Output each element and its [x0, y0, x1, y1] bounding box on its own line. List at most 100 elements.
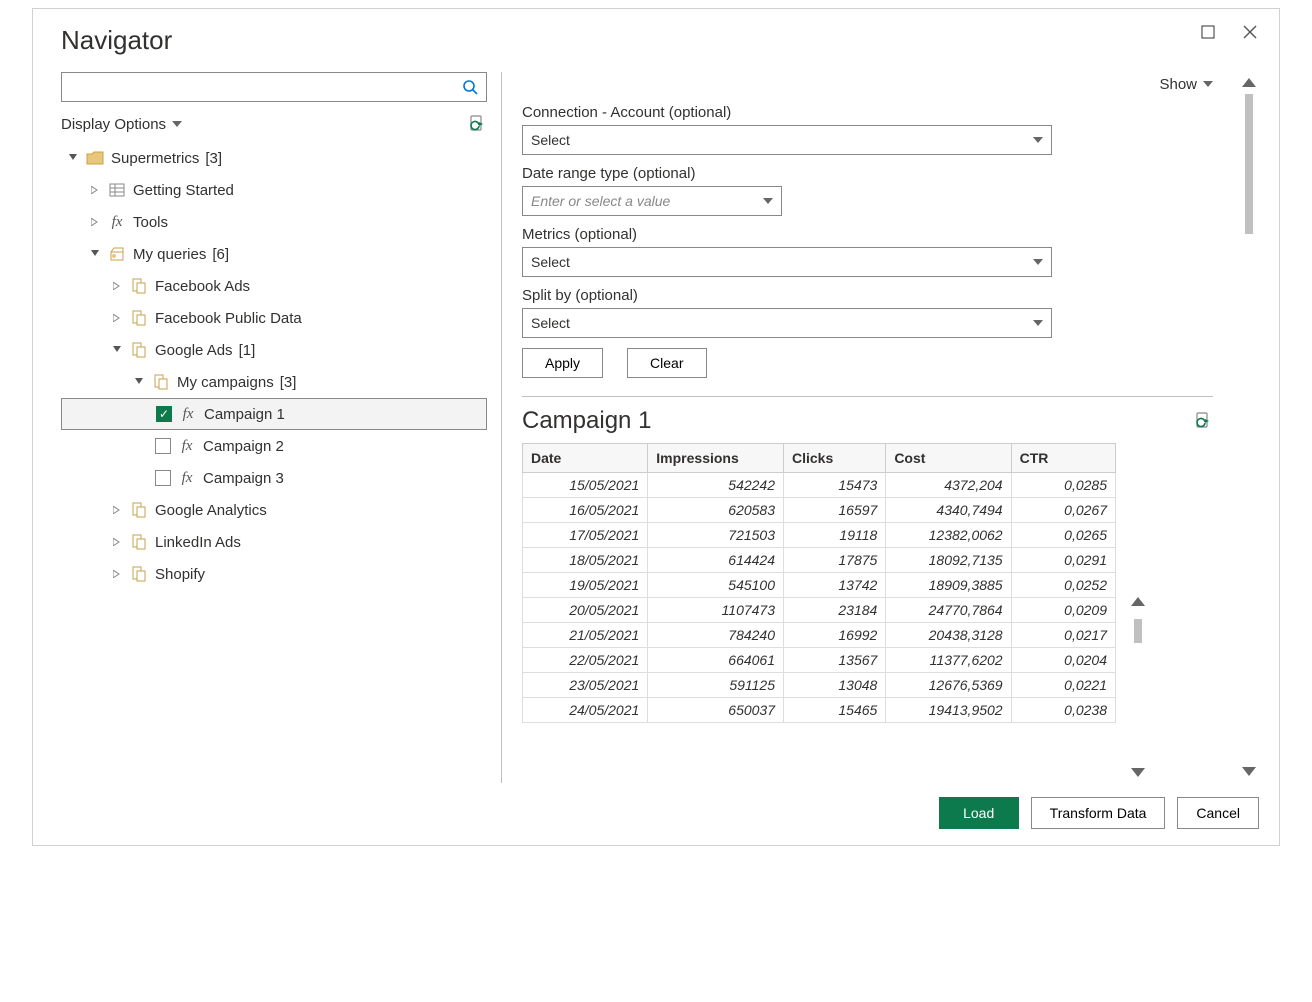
table-row[interactable]: 23/05/20215911251304812676,53690,0221 — [523, 673, 1116, 698]
expand-icon[interactable] — [111, 538, 123, 546]
tree-node-campaign-1[interactable]: ✓ fx Campaign 1 — [61, 398, 487, 430]
expand-icon[interactable] — [111, 570, 123, 578]
node-label: Google Analytics — [155, 502, 267, 519]
select-value: Select — [531, 315, 570, 331]
scroll-up-icon[interactable] — [1127, 591, 1149, 613]
table-header[interactable]: Date — [523, 444, 648, 473]
expand-icon[interactable] — [89, 186, 101, 194]
checkbox-checked[interactable]: ✓ — [156, 406, 172, 422]
tree-node-facebook-public[interactable]: Facebook Public Data — [61, 302, 487, 334]
refresh-icon[interactable] — [467, 114, 487, 134]
refresh-preview-icon[interactable] — [1193, 411, 1213, 431]
checkbox[interactable] — [155, 438, 171, 454]
chevron-down-icon — [1033, 136, 1043, 144]
table-row[interactable]: 24/05/20216500371546519413,95020,0238 — [523, 698, 1116, 723]
navigator-dialog: Navigator Display Options — [32, 8, 1280, 846]
table-row[interactable]: 17/05/20217215031911812382,00620,0265 — [523, 523, 1116, 548]
connection-select[interactable]: Select — [522, 125, 1052, 155]
load-button[interactable]: Load — [939, 797, 1019, 829]
table-cell: 4372,204 — [886, 473, 1011, 498]
tree-node-my-queries[interactable]: My queries [6] — [61, 238, 487, 270]
display-options-button[interactable]: Display Options — [61, 116, 182, 133]
search-input[interactable] — [62, 75, 454, 99]
apply-button[interactable]: Apply — [522, 348, 603, 378]
table-row[interactable]: 18/05/20216144241787518092,71350,0291 — [523, 548, 1116, 573]
checkbox[interactable] — [155, 470, 171, 486]
expand-icon[interactable] — [111, 314, 123, 322]
tree-node-campaign-2[interactable]: fx Campaign 2 — [61, 430, 487, 462]
maximize-button[interactable] — [1199, 23, 1217, 41]
datasource-icon — [151, 374, 171, 390]
table-row[interactable]: 20/05/202111074732318424770,78640,0209 — [523, 598, 1116, 623]
clear-button[interactable]: Clear — [627, 348, 706, 378]
panel-scrollbar[interactable] — [1237, 72, 1261, 782]
tree-node-getting-started[interactable]: Getting Started — [61, 174, 487, 206]
splitby-select[interactable]: Select — [522, 308, 1052, 338]
table-scrollbar[interactable] — [1126, 443, 1150, 783]
splitby-label: Split by (optional) — [522, 287, 1213, 304]
table-header[interactable]: Clicks — [784, 444, 886, 473]
connection-label: Connection - Account (optional) — [522, 104, 1213, 121]
date-range-select[interactable]: Enter or select a value — [522, 186, 782, 216]
table-cell: 19/05/2021 — [523, 573, 648, 598]
tree-node-supermetrics[interactable]: Supermetrics [3] — [61, 142, 487, 174]
tree-node-my-campaigns[interactable]: My campaigns [3] — [61, 366, 487, 398]
select-placeholder: Enter or select a value — [531, 193, 670, 209]
table-cell: 0,0221 — [1011, 673, 1115, 698]
tree-node-linkedin-ads[interactable]: LinkedIn Ads — [61, 526, 487, 558]
tree-node-google-analytics[interactable]: Google Analytics — [61, 494, 487, 526]
collapse-icon[interactable] — [111, 346, 123, 354]
node-label: Tools — [133, 214, 168, 231]
scroll-up-icon[interactable] — [1238, 72, 1260, 94]
scroll-down-icon[interactable] — [1127, 761, 1149, 783]
fx-icon: fx — [178, 406, 198, 423]
collapse-icon[interactable] — [133, 378, 145, 386]
table-cell: 0,0217 — [1011, 623, 1115, 648]
close-button[interactable] — [1241, 23, 1259, 41]
table-header[interactable]: CTR — [1011, 444, 1115, 473]
table-row[interactable]: 15/05/2021542242154734372,2040,0285 — [523, 473, 1116, 498]
cancel-button[interactable]: Cancel — [1177, 797, 1259, 829]
table-cell: 650037 — [648, 698, 784, 723]
show-label: Show — [1159, 76, 1197, 93]
expand-icon[interactable] — [89, 218, 101, 226]
table-row[interactable]: 21/05/20217842401699220438,31280,0217 — [523, 623, 1116, 648]
table-cell: 13742 — [784, 573, 886, 598]
table-header[interactable]: Cost — [886, 444, 1011, 473]
table-cell: 545100 — [648, 573, 784, 598]
table-header[interactable]: Impressions — [648, 444, 784, 473]
tree-node-campaign-3[interactable]: fx Campaign 3 — [61, 462, 487, 494]
table-row[interactable]: 22/05/20216640611356711377,62020,0204 — [523, 648, 1116, 673]
scroll-down-icon[interactable] — [1238, 760, 1260, 782]
node-label: Getting Started — [133, 182, 234, 199]
tree-node-google-ads[interactable]: Google Ads [1] — [61, 334, 487, 366]
tree-node-facebook-ads[interactable]: Facebook Ads — [61, 270, 487, 302]
tree-node-tools[interactable]: fx Tools — [61, 206, 487, 238]
show-dropdown[interactable]: Show — [1159, 76, 1213, 93]
collapse-icon[interactable] — [67, 154, 79, 162]
node-count: [6] — [212, 246, 229, 263]
table-cell: 614424 — [648, 548, 784, 573]
table-cell: 784240 — [648, 623, 784, 648]
search-box[interactable] — [61, 72, 487, 102]
fx-icon: fx — [107, 214, 127, 231]
expand-icon[interactable] — [111, 506, 123, 514]
table-row[interactable]: 16/05/2021620583165974340,74940,0267 — [523, 498, 1116, 523]
table-cell: 16992 — [784, 623, 886, 648]
scroll-thumb[interactable] — [1134, 619, 1142, 643]
tree-node-shopify[interactable]: Shopify — [61, 558, 487, 590]
scroll-thumb[interactable] — [1245, 94, 1253, 234]
collapse-icon[interactable] — [89, 250, 101, 258]
metrics-select[interactable]: Select — [522, 247, 1052, 277]
table-row[interactable]: 19/05/20215451001374218909,38850,0252 — [523, 573, 1116, 598]
table-cell: 15473 — [784, 473, 886, 498]
expand-icon[interactable] — [111, 282, 123, 290]
table-cell: 13048 — [784, 673, 886, 698]
transform-data-button[interactable]: Transform Data — [1031, 797, 1166, 829]
table-cell: 20/05/2021 — [523, 598, 648, 623]
node-label: My campaigns — [177, 374, 274, 391]
table-cell: 0,0291 — [1011, 548, 1115, 573]
search-icon[interactable] — [454, 79, 486, 95]
table-cell: 620583 — [648, 498, 784, 523]
table-cell: 17/05/2021 — [523, 523, 648, 548]
